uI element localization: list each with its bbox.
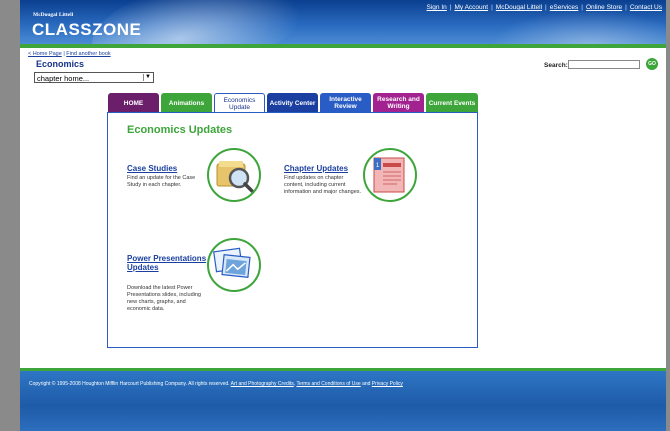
online-store-link[interactable]: Online Store: [586, 4, 622, 11]
footer-text: Copyright © 1995-2008 Houghton Mifflin H…: [29, 381, 403, 387]
chapter-updates-description: Find updates on chapter content, includi…: [284, 175, 362, 195]
tab-home[interactable]: HOME: [108, 93, 159, 113]
eservices-link[interactable]: eServices: [550, 4, 579, 11]
go-button[interactable]: GO: [646, 58, 658, 70]
chevron-down-icon[interactable]: ▼: [143, 74, 152, 81]
art-credits-link[interactable]: Art and Photography Credits: [231, 381, 294, 387]
slides-icon[interactable]: [207, 238, 261, 292]
breadcrumb: < Home Page | Find another book: [28, 51, 111, 57]
power-presentations-description: Download the latest Power Presentations …: [127, 285, 201, 312]
copyright-text: Copyright © 1995-2008 Houghton Mifflin H…: [29, 381, 230, 387]
search-input[interactable]: [568, 60, 640, 69]
home-page-link[interactable]: < Home Page: [28, 51, 62, 57]
classzone-logo[interactable]: CLASSZONE: [32, 20, 141, 40]
tab-activity-center[interactable]: Activity Center: [267, 93, 318, 113]
content-panel: Economics Updates Case Studies Find an u…: [107, 112, 478, 348]
search-label: Search:: [544, 62, 568, 69]
find-another-book-link[interactable]: Find another book: [66, 51, 110, 57]
page-frame: McDougal Littell CLASSZONE Sign In | My Ac…: [20, 0, 666, 431]
site-footer: Copyright © 1995-2008 Houghton Mifflin H…: [20, 368, 666, 431]
mcdougal-littell-link[interactable]: McDougal Littell: [496, 4, 542, 11]
chapter-select-value: chapter home...: [37, 74, 90, 83]
tab-animations[interactable]: Animations: [161, 93, 212, 113]
chapter-select[interactable]: chapter home... ▼: [34, 72, 154, 83]
contact-us-link[interactable]: Contact Us: [630, 4, 662, 11]
textbook-icon[interactable]: 1: [363, 148, 417, 202]
header-green-bar: [20, 44, 666, 48]
sign-in-link[interactable]: Sign In: [427, 4, 447, 11]
content-title: Economics Updates: [127, 124, 233, 136]
tab-current-events[interactable]: Current Events: [426, 93, 478, 113]
my-account-link[interactable]: My Account: [454, 4, 488, 11]
site-header: McDougal Littell CLASSZONE Sign In | My Ac…: [20, 0, 666, 46]
chapter-updates-link[interactable]: Chapter Updates: [284, 164, 348, 173]
top-links: Sign In | My Account | McDougal Littell | eSer…: [426, 4, 662, 11]
case-studies-description: Find an update for the Case Study in eac…: [127, 175, 196, 188]
terms-link[interactable]: Terms and Conditions of Use: [296, 381, 360, 387]
tab-interactive-review[interactable]: Interactive Review: [320, 93, 371, 113]
tab-research-and-writing[interactable]: Research and Writing: [373, 93, 424, 113]
page-title: Economics: [36, 59, 85, 69]
tab-economics-update[interactable]: Economics Update: [214, 93, 265, 114]
privacy-policy-link[interactable]: Privacy Policy: [372, 381, 403, 387]
magnifier-folder-icon[interactable]: [207, 148, 261, 202]
case-studies-link[interactable]: Case Studies: [127, 164, 177, 173]
publisher-name: McDougal Littell: [33, 12, 74, 18]
power-presentations-link[interactable]: Power Presentations Updates: [127, 254, 207, 272]
